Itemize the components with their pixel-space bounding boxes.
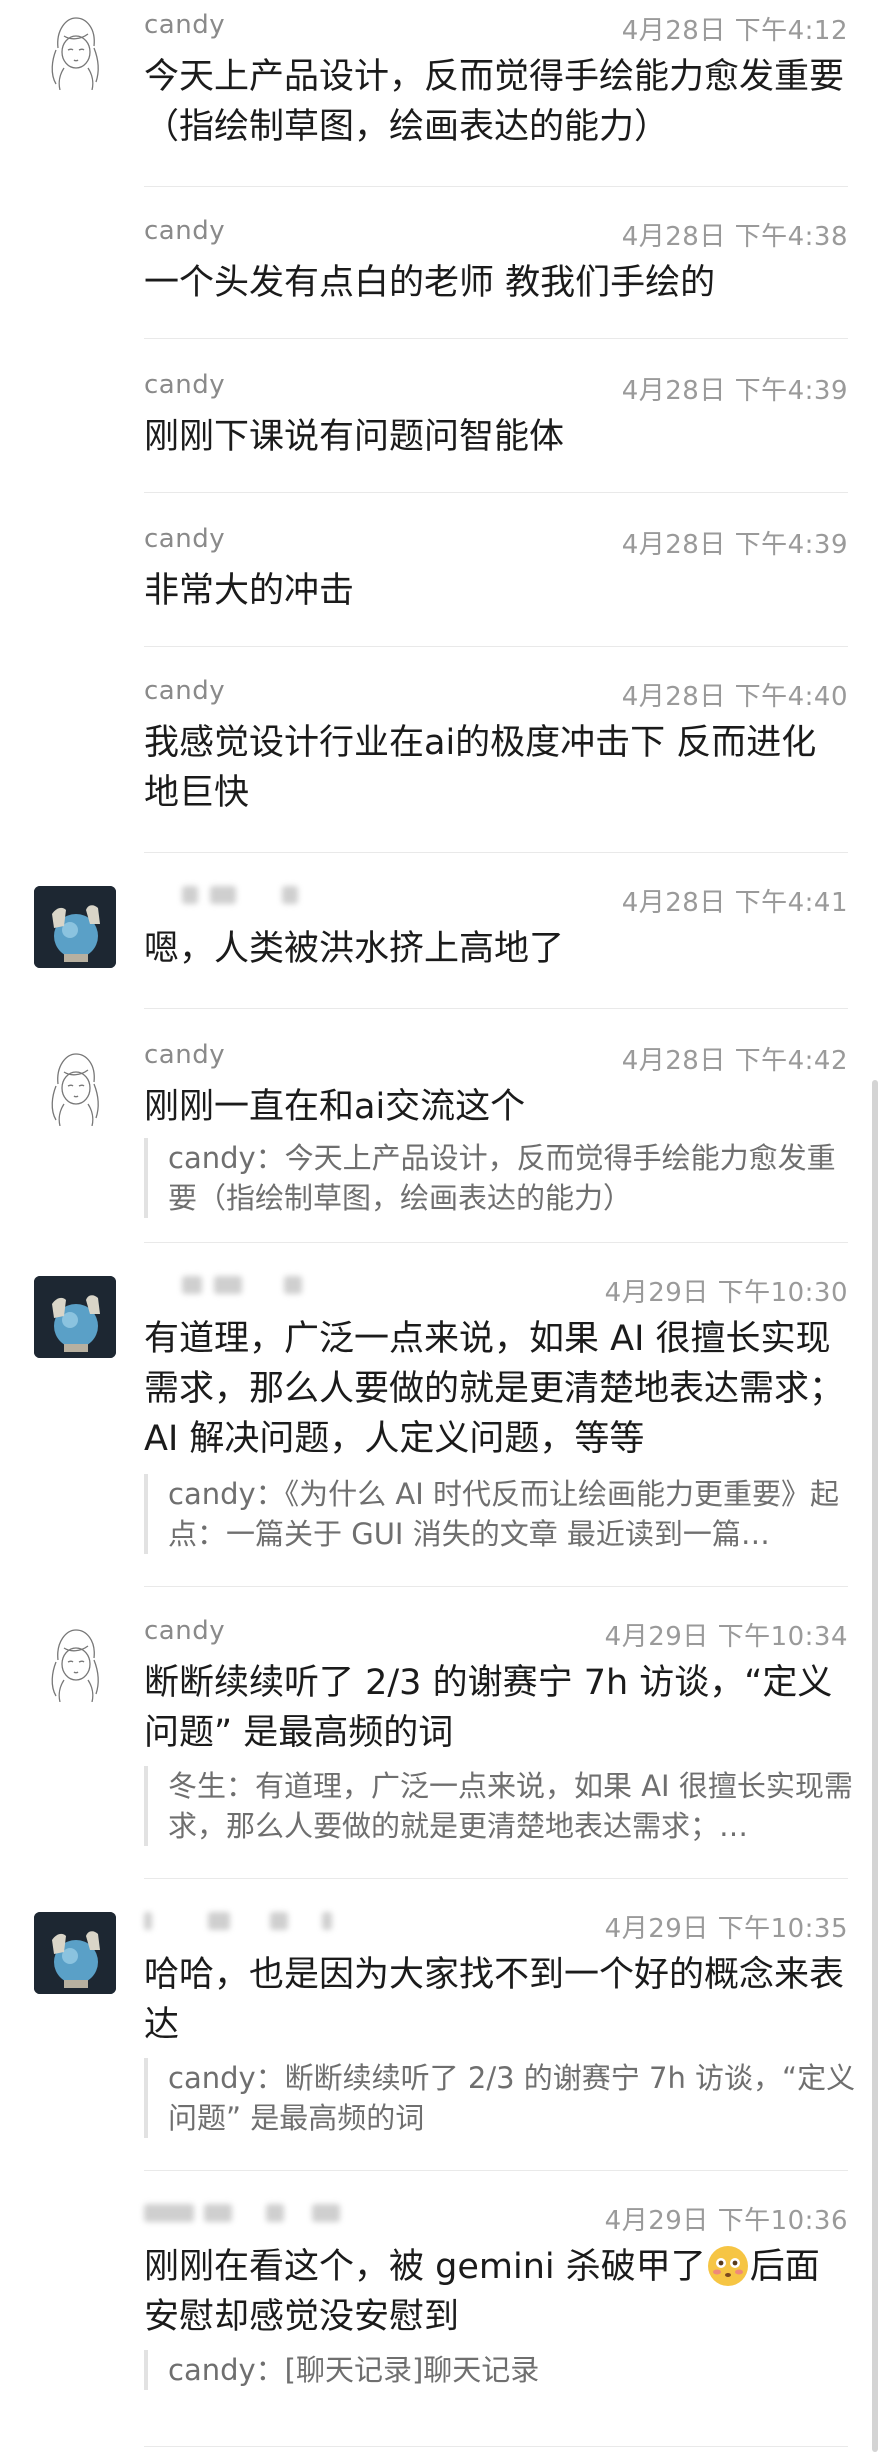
globe-photo-avatar-icon — [34, 1276, 116, 1358]
timestamp: 4月28日 下午4:42 — [621, 1046, 848, 1076]
user-avatar[interactable] — [34, 1276, 116, 1358]
quoted-reply[interactable]: candy：《为什么 AI 时代反而让绘画能力更重要》起点：一篇关于 GUI 消… — [144, 1474, 858, 1554]
globe-photo-avatar-icon — [34, 1912, 116, 1994]
divider — [144, 2446, 848, 2447]
blurred-sender-name — [144, 880, 384, 910]
message-text-part: 刚刚在看这个，被 gemini 杀破甲了 — [144, 2247, 706, 2287]
candy-avatar[interactable] — [34, 1620, 116, 1702]
divider — [144, 2170, 848, 2171]
timestamp: 4月29日 下午10:34 — [604, 1622, 848, 1652]
scrollbar[interactable] — [872, 1080, 878, 2452]
quoted-text: candy：断断续续听了 2/3 的谢赛宁 7h 访谈，“定义问题” 是最高频的… — [168, 2061, 856, 2135]
divider — [144, 186, 848, 187]
timestamp: 4月28日 下午4:12 — [621, 16, 848, 46]
message-text[interactable]: 非常大的冲击 — [144, 566, 850, 616]
sender-name: candy — [144, 676, 226, 706]
message-text[interactable]: 我感觉设计行业在ai的极度冲击下 反而进化地巨快 — [144, 718, 850, 818]
flushed-face-emoji-icon — [707, 2246, 748, 2286]
timestamp: 4月28日 下午4:38 — [621, 222, 848, 252]
blurred-sender-name — [144, 1906, 384, 1936]
sketch-girl-avatar-icon — [51, 17, 99, 90]
divider — [144, 492, 848, 493]
timestamp: 4月29日 下午10:35 — [604, 1914, 848, 1944]
message-text[interactable]: 刚刚在看这个，被 gemini 杀破甲了 后面安慰却感觉没安慰到 — [144, 2242, 850, 2342]
sender-name: candy — [144, 1616, 226, 1646]
sketch-girl-avatar-icon — [51, 1053, 99, 1126]
quoted-reply[interactable]: candy：今天上产品设计，反而觉得手绘能力愈发重要（指绘制草图，绘画表达的能力… — [144, 1138, 858, 1218]
divider — [144, 1586, 848, 1587]
sender-name: candy — [144, 1040, 226, 1070]
divider — [144, 852, 848, 853]
user-avatar[interactable] — [34, 1912, 116, 1994]
divider — [144, 646, 848, 647]
quoted-text: candy：[聊天记录]聊天记录 — [168, 2353, 540, 2387]
divider — [144, 1242, 848, 1243]
sender-name: candy — [144, 216, 226, 246]
timestamp: 4月28日 下午4:41 — [621, 888, 848, 918]
sender-name: candy — [144, 10, 226, 40]
timestamp: 4月28日 下午4:39 — [621, 376, 848, 406]
quoted-text: candy：《为什么 AI 时代反而让绘画能力更重要》起点：一篇关于 GUI 消… — [168, 1477, 839, 1551]
divider — [144, 1008, 848, 1009]
quoted-reply[interactable]: candy：[聊天记录]聊天记录 — [144, 2350, 858, 2390]
candy-avatar[interactable] — [34, 8, 116, 90]
message-text[interactable]: 一个头发有点白的老师 教我们手绘的 — [144, 258, 850, 308]
message-text[interactable]: 刚刚一直在和ai交流这个 — [144, 1082, 850, 1132]
sketch-girl-avatar-icon — [51, 1629, 99, 1702]
message-text[interactable]: 嗯，人类被洪水挤上高地了 — [144, 924, 850, 974]
message-text[interactable]: 哈哈，也是因为大家找不到一个好的概念来表达 — [144, 1950, 850, 2050]
divider — [144, 338, 848, 339]
timestamp: 4月28日 下午4:39 — [621, 530, 848, 560]
message-text[interactable]: 有道理，广泛一点来说，如果 AI 很擅长实现需求，那么人要做的就是更清楚地表达需… — [144, 1314, 850, 1464]
quoted-text: 冬生：有道理，广泛一点来说，如果 AI 很擅长实现需求，那么人要做的就是更清楚地… — [168, 1769, 853, 1843]
blurred-sender-name — [144, 2198, 384, 2228]
divider — [144, 1878, 848, 1879]
user-avatar[interactable] — [34, 886, 116, 968]
quoted-reply[interactable]: candy：断断续续听了 2/3 的谢赛宁 7h 访谈，“定义问题” 是最高频的… — [144, 2058, 858, 2138]
quoted-reply[interactable]: 冬生：有道理，广泛一点来说，如果 AI 很擅长实现需求，那么人要做的就是更清楚地… — [144, 1766, 858, 1846]
sender-name: candy — [144, 524, 226, 554]
sender-name: candy — [144, 370, 226, 400]
timestamp: 4月28日 下午4:40 — [621, 682, 848, 712]
globe-photo-avatar-icon — [34, 886, 116, 968]
blurred-sender-name — [144, 1270, 384, 1300]
message-text[interactable]: 今天上产品设计，反而觉得手绘能力愈发重要（指绘制草图，绘画表达的能力） — [144, 52, 850, 152]
quoted-text: candy：今天上产品设计，反而觉得手绘能力愈发重要（指绘制草图，绘画表达的能力… — [168, 1141, 836, 1215]
timestamp: 4月29日 下午10:30 — [604, 1278, 848, 1308]
message-text[interactable]: 刚刚下课说有问题问智能体 — [144, 412, 850, 462]
timestamp: 4月29日 下午10:36 — [604, 2206, 848, 2236]
candy-avatar[interactable] — [34, 1044, 116, 1126]
message-text[interactable]: 断断续续听了 2/3 的谢赛宁 7h 访谈，“定义问题” 是最高频的词 — [144, 1658, 850, 1758]
